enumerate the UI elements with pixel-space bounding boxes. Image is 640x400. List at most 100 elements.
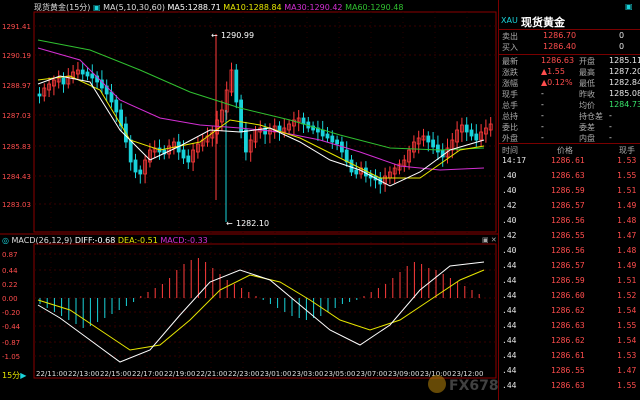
tick-row: .44 1286.63 1.55 — [499, 321, 640, 332]
price-tick: 1290.19 — [2, 52, 31, 60]
tick-row: 14:17 1286.61 1.53 — [499, 156, 640, 167]
low-annotation: ← — [226, 219, 233, 228]
quote-value: 1286.63 — [541, 56, 575, 65]
tick-time: .44 — [502, 261, 517, 270]
tick-volume: 1.51 — [617, 276, 637, 285]
quote-label: 均价 — [579, 101, 595, 110]
quote-label: 涨幅 — [502, 79, 518, 88]
tick-price: 1286.59 — [551, 186, 585, 195]
macd-tick: 0.22 — [2, 281, 18, 289]
time-tick: 23/05:00 — [324, 370, 355, 378]
tick-price: 1286.55 — [551, 366, 585, 375]
period-label[interactable]: 15分▶ — [2, 370, 26, 381]
ma5-value: MA5:1288.71 — [167, 3, 221, 12]
tick-volume: 1.53 — [617, 156, 637, 165]
tick-row: .40 1286.63 1.55 — [499, 171, 640, 182]
tick-volume: 1.47 — [617, 366, 637, 375]
quote-row: 最新 1286.63 开盘 1285.11 — [499, 56, 640, 67]
quote-row: 现手 - 昨收 1285.08 — [499, 89, 640, 100]
tick-time: .44 — [502, 336, 517, 345]
panel-title-bar: XAU 现货黄金 — [499, 13, 640, 29]
time-tick: 23/09:00 — [388, 370, 419, 378]
tick-time: .40 — [502, 246, 517, 255]
tick-row: .44 1286.55 1.47 — [499, 366, 640, 377]
tick-price: 1286.61 — [551, 351, 585, 360]
time-axis: 22/11:00 22/13:00 22/15:00 22/17:00 22/19:00… — [36, 370, 483, 378]
quote-value: - — [541, 111, 544, 120]
macd-tick: -0.20 — [2, 309, 20, 317]
tick-time: .40 — [502, 186, 517, 195]
tick-price: 1286.57 — [551, 201, 585, 210]
symbol-label: 现货黄金(15分) — [34, 3, 91, 12]
ask-row: 卖出 1286.70 0 — [502, 31, 625, 41]
ma30-value: MA30:1290.42 — [284, 3, 343, 12]
tick-time: .40 — [502, 216, 517, 225]
macd-tick: -0.44 — [2, 323, 21, 331]
tick-volume: 1.48 — [617, 246, 637, 255]
tick-row: .42 1286.57 1.49 — [499, 201, 640, 212]
tick-time: .44 — [502, 351, 517, 360]
quote-row: 委比 - 委差 - — [499, 122, 640, 133]
time-tick: 22/11:00 — [36, 370, 67, 378]
tick-row: .40 1286.59 1.51 — [499, 186, 640, 197]
quote-value: 1285.08 — [609, 89, 640, 98]
tick-time: .40 — [502, 171, 517, 180]
tick-volume: 1.48 — [617, 216, 637, 225]
settings-icon[interactable]: ▣ — [93, 3, 101, 12]
low-value: 1282.10 — [236, 219, 269, 228]
high-annotation: ← — [211, 31, 218, 40]
quote-value: ▲0.12% — [541, 78, 573, 87]
quote-value: 1285.11 — [609, 56, 640, 65]
quote-label: 开盘 — [579, 57, 595, 66]
tick-row: .44 1286.63 1.55 — [499, 381, 640, 392]
quote-value: 1287.20 — [609, 67, 640, 76]
quote-value: - — [541, 89, 544, 98]
tick-row: .44 1286.57 1.49 — [499, 261, 640, 272]
quote-label: 最高 — [579, 68, 595, 77]
tick-volume: 1.54 — [617, 306, 637, 315]
tick-volume: 1.51 — [617, 186, 637, 195]
quote-panel: ▣ XAU 现货黄金 卖出 1286.70 0 买入 1286.40 0 最新 1… — [498, 0, 640, 400]
time-tick: 22/23:00 — [228, 370, 259, 378]
tick-row: .44 1286.60 1.52 — [499, 291, 640, 302]
tick-row: .42 1286.55 1.47 — [499, 231, 640, 242]
quote-label: 委比 — [502, 123, 518, 132]
tick-time: .44 — [502, 291, 517, 300]
quote-label: 现手 — [502, 90, 518, 99]
tick-volume: 1.53 — [617, 351, 637, 360]
symbol-code: XAU — [501, 16, 518, 25]
tick-row: .40 1286.56 1.48 — [499, 246, 640, 257]
tick-price: 1286.56 — [551, 216, 585, 225]
panel-menu-icon[interactable]: ▣ — [625, 2, 637, 12]
tick-price: 1286.55 — [551, 231, 585, 240]
tick-time: .44 — [502, 276, 517, 285]
quote-value: - — [541, 133, 544, 142]
bid-row: 买入 1286.40 0 — [502, 42, 625, 52]
time-tick: 23/12:00 — [452, 370, 483, 378]
time-tick: 23/03:00 — [292, 370, 323, 378]
ma60-value: MA60:1290.48 — [345, 3, 404, 12]
tick-header-row: 时间 价格 现手 — [502, 146, 635, 155]
tick-row: .44 1286.62 1.54 — [499, 336, 640, 347]
tick-volume: 1.52 — [617, 291, 637, 300]
quote-label: 昨收 — [579, 90, 595, 99]
tick-price: 1286.62 — [551, 306, 585, 315]
macd-panel-controls[interactable]: ▣ ✕ — [482, 236, 497, 244]
tick-price: 1286.63 — [551, 381, 585, 390]
tick-volume: 1.54 — [617, 336, 637, 345]
quote-row: 涨跌 ▲1.55 最高 1287.20 — [499, 67, 640, 78]
kline-chart[interactable]: ← 1290.99 ← 1282.10 1291.41 1290.19 1288.9… — [0, 0, 498, 400]
price-tick: 1284.43 — [2, 173, 31, 181]
quote-row: 涨幅 ▲0.12% 最低 1282.84 — [499, 78, 640, 89]
quote-label: 总手 — [502, 101, 518, 110]
price-tick: 1285.83 — [2, 143, 31, 151]
tick-price: 1286.59 — [551, 276, 585, 285]
tick-row: .40 1286.56 1.48 — [499, 216, 640, 227]
macd-tick: 0.00 — [2, 295, 18, 303]
quote-label: 持仓差 — [579, 112, 603, 121]
tick-price: 1286.60 — [551, 291, 585, 300]
tick-price: 1286.63 — [551, 321, 585, 330]
time-tick: 23/07:00 — [356, 370, 387, 378]
macd-settings-icon[interactable]: ◎ — [2, 236, 9, 245]
tick-price: 1286.56 — [551, 246, 585, 255]
